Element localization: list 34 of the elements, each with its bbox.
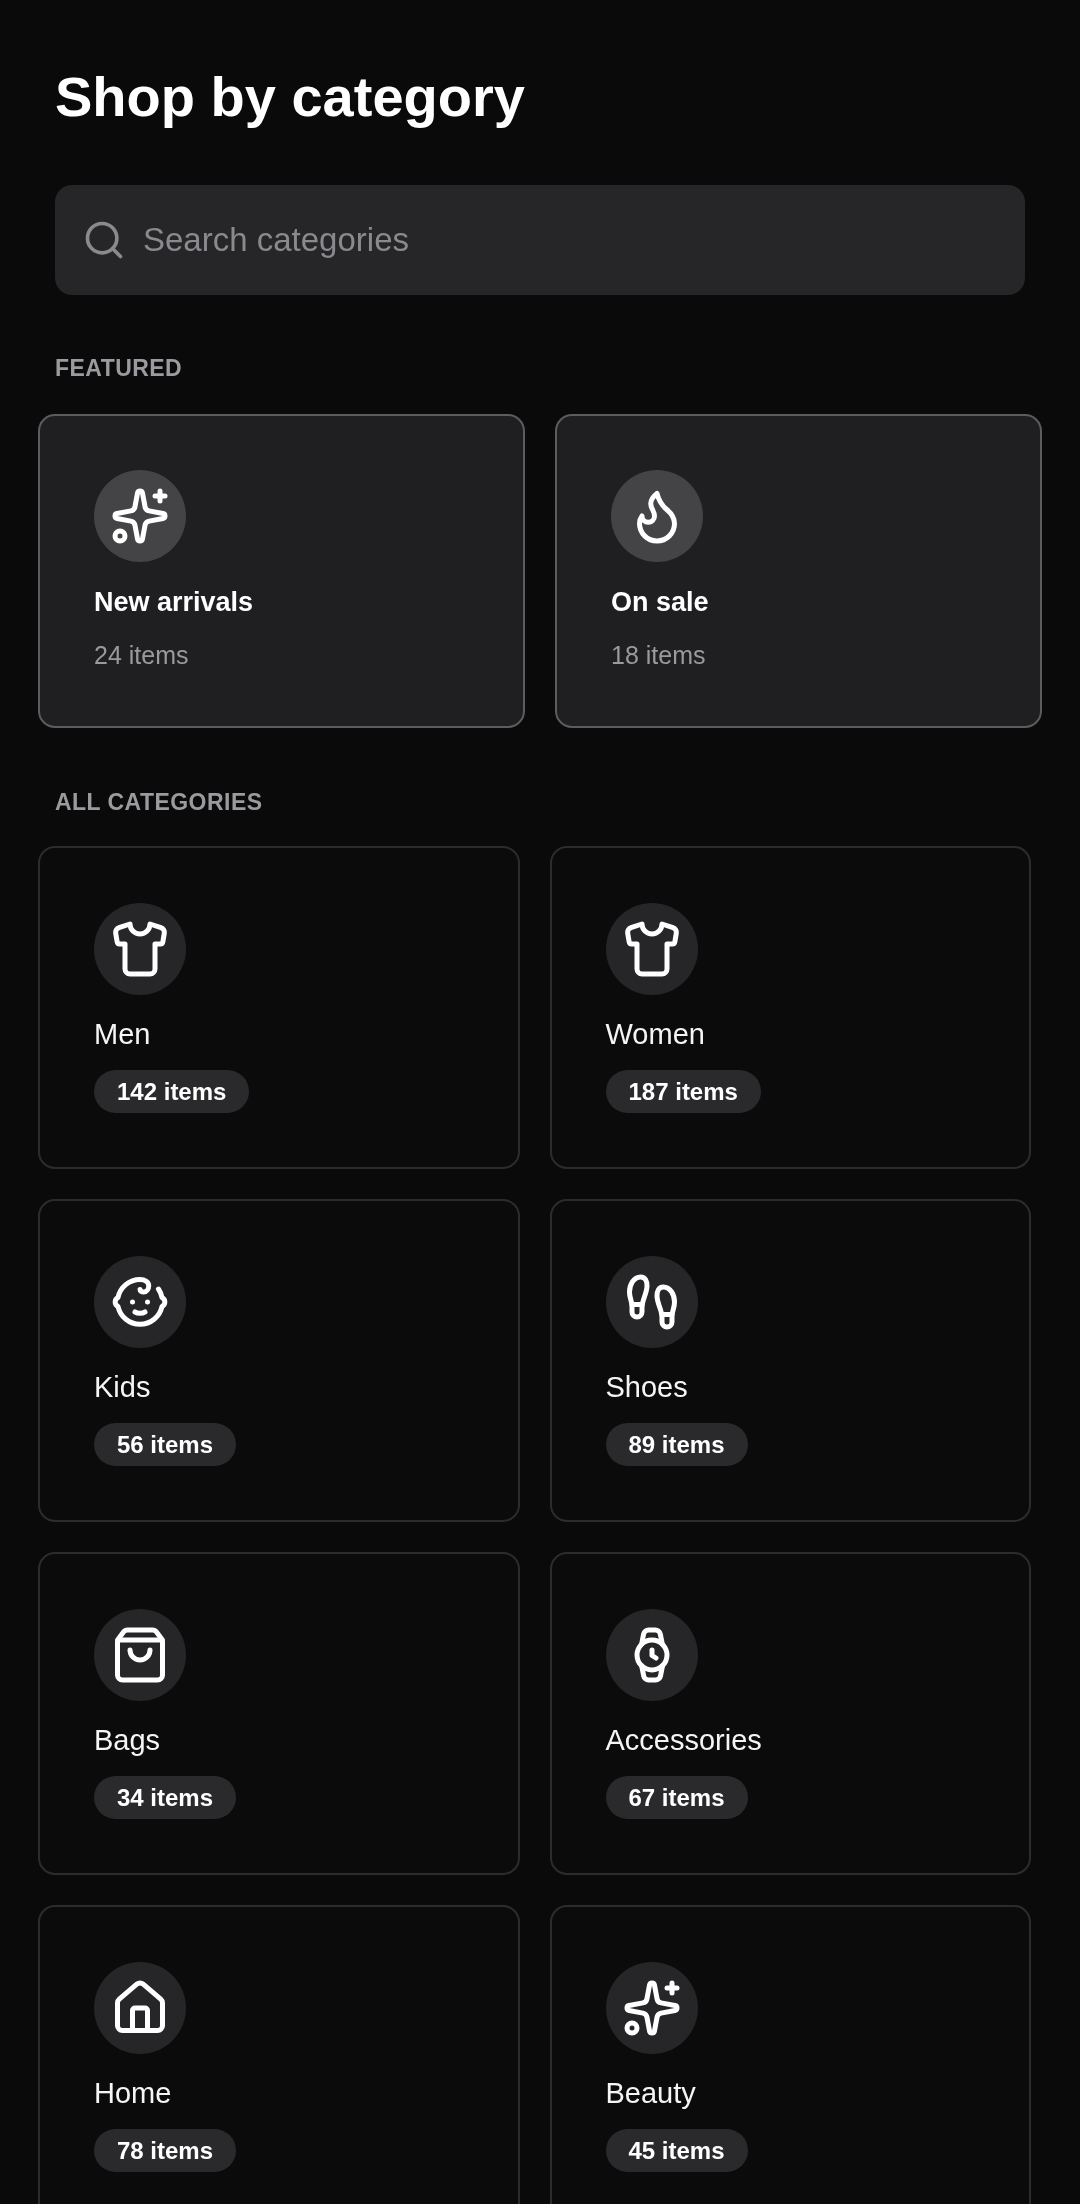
item-count-badge: 56 items [94, 1423, 237, 1467]
category-title: Kids [94, 1370, 151, 1406]
category-title: Bags [94, 1723, 161, 1759]
featured-card[interactable]: On sale 18 items [555, 413, 1042, 728]
category-title: Men [94, 1017, 151, 1053]
category-card[interactable]: Women 187 items [549, 846, 1031, 1170]
page-title: Shop by category [55, 64, 525, 130]
search-field[interactable]: Search categories [55, 185, 1025, 296]
item-count-badge: 34 items [94, 1776, 237, 1820]
item-count: 24 items [94, 640, 189, 671]
category-card[interactable]: Kids 56 items [38, 1199, 520, 1523]
category-title: New arrivals [94, 585, 254, 619]
section-heading: ALL CATEGORIES [55, 788, 263, 817]
item-count-badge: 89 items [605, 1423, 748, 1467]
category-title: Beauty [605, 2076, 696, 2112]
item-count: 18 items [611, 640, 706, 671]
category-title: On sale [611, 585, 709, 619]
category-card[interactable]: Accessories 67 items [549, 1552, 1031, 1876]
featured-card[interactable]: New arrivals 24 items [38, 413, 525, 728]
category-title: Shoes [605, 1370, 688, 1406]
category-title: Accessories [605, 1723, 762, 1759]
category-title: Home [94, 2076, 172, 2112]
item-count-badge: 45 items [605, 2129, 748, 2173]
category-card[interactable]: Shoes 89 items [549, 1199, 1031, 1523]
item-count-badge: 78 items [94, 2129, 237, 2173]
item-count-badge: 142 items [94, 1070, 250, 1114]
item-count-badge: 67 items [605, 1776, 748, 1820]
category-card[interactable]: Beauty 45 items [549, 1905, 1031, 2204]
category-card[interactable]: Men 142 items [38, 846, 520, 1170]
category-card[interactable]: Bags 34 items [38, 1552, 520, 1876]
item-count-badge: 187 items [605, 1070, 761, 1114]
category-title: Women [605, 1017, 705, 1053]
category-card[interactable]: Home 78 items [38, 1905, 520, 2204]
section-heading: FEATURED [55, 355, 183, 383]
